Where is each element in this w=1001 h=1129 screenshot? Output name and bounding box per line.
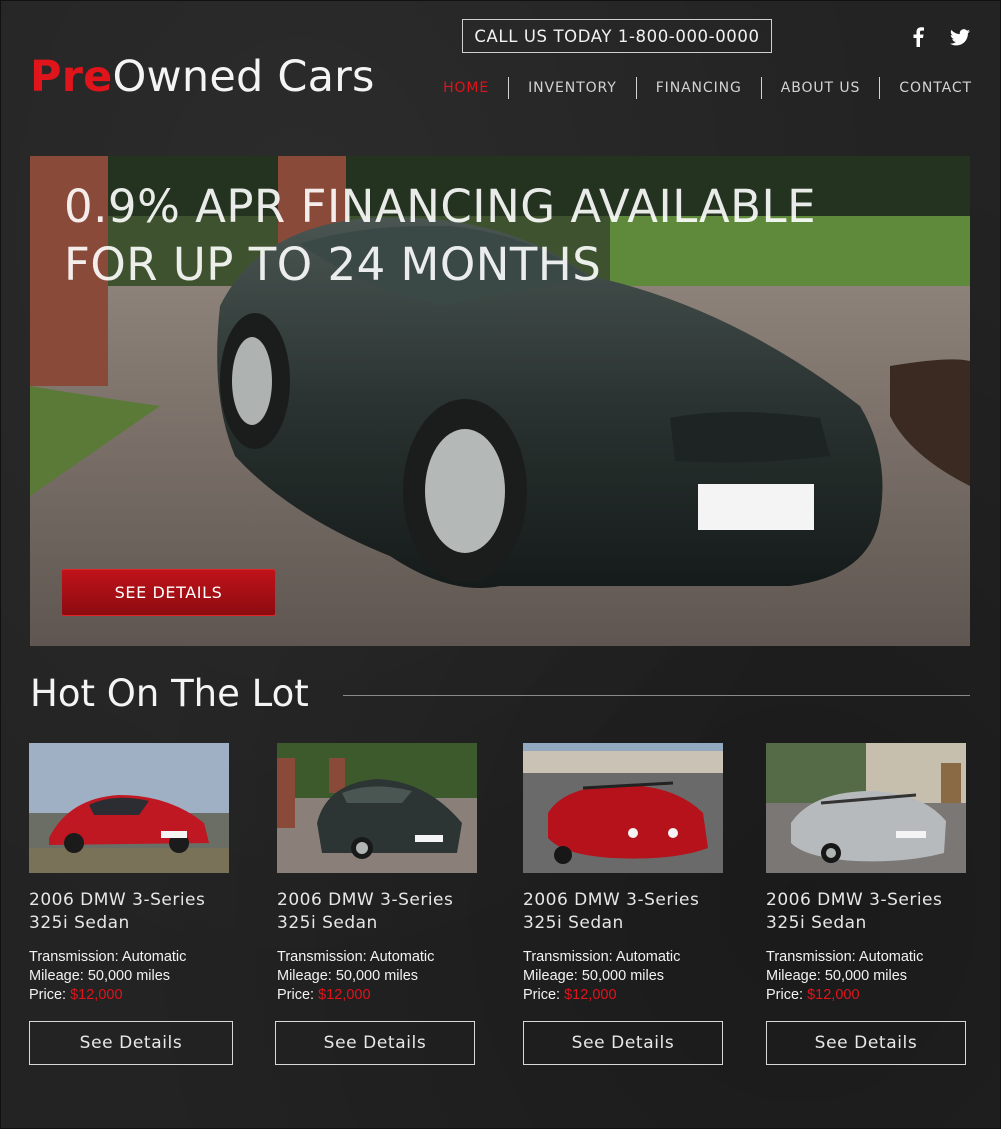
listing-price-label: Price:: [766, 987, 808, 1003]
nav-inventory[interactable]: INVENTORY: [509, 77, 636, 99]
listing-thumbnail[interactable]: [523, 743, 723, 873]
listing-price: $12,000: [318, 987, 371, 1003]
listing-title-line-2: 325i Sedan: [523, 913, 624, 933]
listing-transmission: Transmission: Automatic: [29, 949, 187, 965]
listing-specs: Transmission: Automatic Mileage: 50,000 …: [277, 948, 477, 1005]
hero-see-details-button[interactable]: SEE DETAILS: [61, 569, 276, 616]
listing-title-line-2: 325i Sedan: [277, 913, 378, 933]
listing-mileage: Mileage: 50,000 miles: [766, 968, 908, 984]
listing-specs: Transmission: Automatic Mileage: 50,000 …: [766, 948, 966, 1005]
nav-financing[interactable]: FINANCING: [637, 77, 761, 99]
section-divider: [343, 695, 970, 696]
listing-see-details-button[interactable]: See Details: [275, 1021, 475, 1065]
listing-transmission: Transmission: Automatic: [523, 949, 681, 965]
listing-thumbnail[interactable]: [277, 743, 477, 873]
call-us-banner[interactable]: CALL US TODAY 1-800-000-0000: [462, 19, 772, 53]
logo-rest: Owned Cars: [112, 52, 375, 102]
listing-price-label: Price:: [277, 987, 319, 1003]
listing-card: 2006 DMW 3-Series 325i Sedan Transmissio…: [523, 743, 723, 1065]
listing-title[interactable]: 2006 DMW 3-Series 325i Sedan: [29, 889, 229, 935]
listing-see-details-button[interactable]: See Details: [29, 1021, 233, 1065]
listing-title-line-2: 325i Sedan: [766, 913, 867, 933]
listing-price-label: Price:: [523, 987, 565, 1003]
listing-title-line-1: 2006 DMW 3-Series: [277, 890, 454, 910]
nav-home[interactable]: HOME: [424, 77, 508, 99]
listing-title[interactable]: 2006 DMW 3-Series 325i Sedan: [523, 889, 723, 935]
listing-specs: Transmission: Automatic Mileage: 50,000 …: [523, 948, 723, 1005]
hero-headline: 0.9% APR FINANCING AVAILABLE FOR UP TO 2…: [64, 178, 816, 294]
listing-specs: Transmission: Automatic Mileage: 50,000 …: [29, 948, 229, 1005]
logo-pre: Pre: [30, 52, 113, 102]
listing-title-line-2: 325i Sedan: [29, 913, 130, 933]
facebook-icon[interactable]: [907, 26, 929, 48]
listing-title-line-1: 2006 DMW 3-Series: [29, 890, 206, 910]
listing-price: $12,000: [807, 987, 860, 1003]
section-title: Hot On The Lot: [30, 672, 309, 715]
listing-price: $12,000: [564, 987, 617, 1003]
listing-transmission: Transmission: Automatic: [766, 949, 924, 965]
listing-price-row: Price: $12,000: [29, 986, 229, 1005]
listing-mileage: Mileage: 50,000 miles: [29, 968, 171, 984]
main-nav: HOME INVENTORY FINANCING ABOUT US CONTAC…: [424, 77, 972, 99]
listing-card: 2006 DMW 3-Series 325i Sedan Transmissio…: [275, 743, 477, 1065]
listing-card: 2006 DMW 3-Series 325i Sedan Transmissio…: [29, 743, 233, 1065]
hero-line-1: 0.9% APR FINANCING AVAILABLE: [64, 180, 817, 233]
listing-transmission: Transmission: Automatic: [277, 949, 435, 965]
listing-see-details-button[interactable]: See Details: [766, 1021, 966, 1065]
listing-price-row: Price: $12,000: [523, 986, 723, 1005]
nav-contact[interactable]: CONTACT: [880, 77, 972, 99]
listing-card: 2006 DMW 3-Series 325i Sedan Transmissio…: [766, 743, 966, 1065]
listing-title[interactable]: 2006 DMW 3-Series 325i Sedan: [277, 889, 477, 935]
site-logo[interactable]: PreOwned Cars: [30, 52, 375, 102]
listing-mileage: Mileage: 50,000 miles: [523, 968, 665, 984]
listing-mileage: Mileage: 50,000 miles: [277, 968, 419, 984]
twitter-icon[interactable]: [949, 26, 971, 48]
listing-price-label: Price:: [29, 987, 71, 1003]
listing-thumbnail[interactable]: [29, 743, 229, 873]
listing-thumbnail[interactable]: [766, 743, 966, 873]
listing-title-line-1: 2006 DMW 3-Series: [523, 890, 700, 910]
listing-price-row: Price: $12,000: [277, 986, 477, 1005]
hero-line-2: FOR UP TO 24 MONTHS: [64, 238, 602, 291]
listing-title[interactable]: 2006 DMW 3-Series 325i Sedan: [766, 889, 966, 935]
listing-title-line-1: 2006 DMW 3-Series: [766, 890, 943, 910]
listing-price: $12,000: [70, 987, 123, 1003]
hero-banner: 0.9% APR FINANCING AVAILABLE FOR UP TO 2…: [30, 156, 970, 646]
listing-see-details-button[interactable]: See Details: [523, 1021, 723, 1065]
nav-about-us[interactable]: ABOUT US: [762, 77, 880, 99]
listing-price-row: Price: $12,000: [766, 986, 966, 1005]
